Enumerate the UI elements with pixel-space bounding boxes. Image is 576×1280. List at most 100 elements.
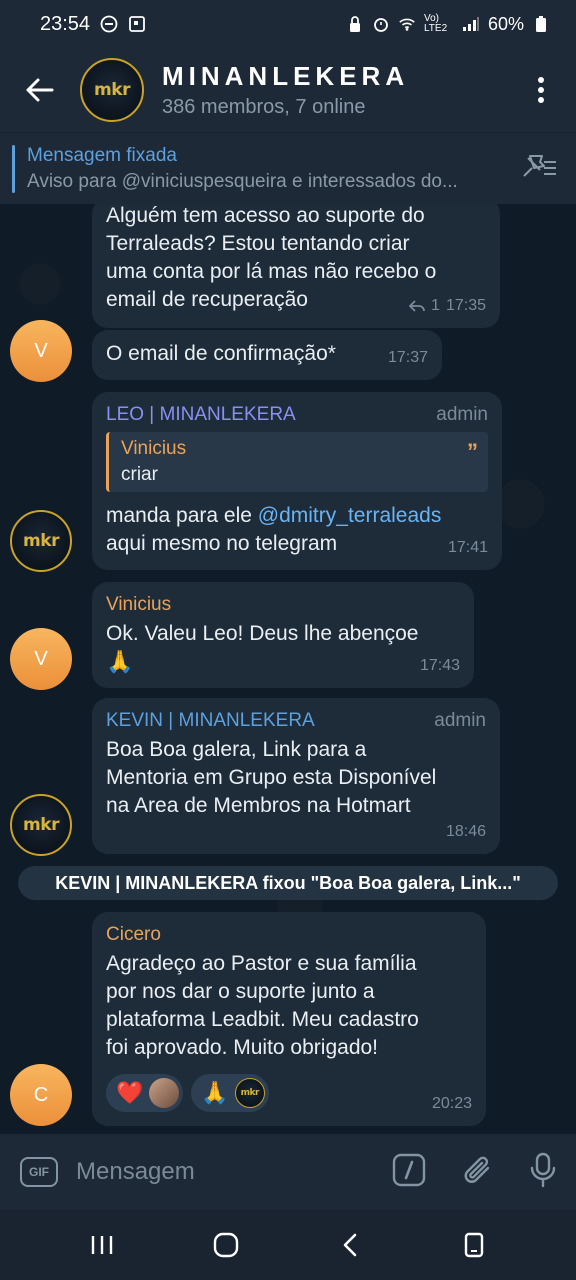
quote-sender: Vinicius bbox=[121, 438, 187, 459]
home-icon bbox=[213, 1232, 239, 1258]
quote-text: criar bbox=[121, 464, 158, 485]
mention-link[interactable]: @dmitry_terraleads bbox=[258, 504, 442, 527]
message-text: Boa Boa galera, Link para a Mentoria em … bbox=[106, 738, 437, 817]
message-text: Ok. Valeu Leo! Deus lhe abençoe bbox=[106, 622, 419, 645]
service-message[interactable]: KEVIN | MINANLEKERA fixou "Boa Boa galer… bbox=[18, 866, 558, 900]
wifi-icon bbox=[398, 15, 416, 33]
chat-area[interactable]: Alguém tem acesso ao suporte do Terralea… bbox=[0, 204, 576, 1134]
admin-badge: admin bbox=[434, 710, 486, 731]
more-vertical-icon bbox=[538, 77, 544, 103]
gif-button[interactable]: GIF bbox=[20, 1157, 58, 1187]
recent-apps-icon bbox=[91, 1236, 113, 1254]
home-button[interactable] bbox=[196, 1215, 256, 1275]
avatar-initial: C bbox=[33, 1083, 49, 1106]
screenshot-icon bbox=[128, 15, 146, 33]
back-button[interactable] bbox=[0, 48, 80, 132]
reply-quote[interactable]: Vinicius criar ” bbox=[106, 432, 488, 492]
chat-subtitle: 386 membros, 7 online bbox=[162, 96, 366, 118]
battery-percent: 60% bbox=[487, 13, 524, 34]
message-time: 17:43 bbox=[419, 657, 460, 674]
heart-emoji: ❤️ bbox=[116, 1080, 144, 1105]
message-text: manda para ele @dmitry_terraleadsaqui me… bbox=[106, 502, 488, 558]
sender-name[interactable]: KEVIN | MINANLEKERA bbox=[106, 708, 315, 734]
message-time: 17:35 bbox=[445, 297, 486, 314]
sender-row: LEO | MINANLEKERA admin bbox=[106, 402, 488, 428]
reactor-avatar-text: mkr bbox=[240, 1088, 260, 1098]
avatar-text: mkr bbox=[23, 815, 59, 835]
battery-icon bbox=[532, 15, 550, 33]
avatar-initial: V bbox=[34, 647, 48, 670]
status-time: 23:54 bbox=[40, 12, 91, 35]
network-label: Vo) LTE2 bbox=[423, 13, 448, 34]
sender-row: Cicero bbox=[106, 922, 472, 948]
slash-command-button[interactable] bbox=[392, 1153, 426, 1192]
message-bubble[interactable]: Cicero Agradeço ao Pastor e sua família … bbox=[92, 912, 486, 1126]
microphone-icon bbox=[530, 1152, 556, 1187]
message-text: Agradeço ao Pastor e sua família por nos… bbox=[106, 952, 419, 1059]
pinned-body: Aviso para @viniciuspesqueira e interess… bbox=[27, 170, 458, 192]
pinned-list-button[interactable] bbox=[520, 152, 558, 185]
group-avatar[interactable]: mkr bbox=[80, 58, 144, 122]
reactor-avatar: mkr bbox=[234, 1078, 265, 1108]
pinned-message-bar[interactable]: Mensagem fixada Aviso para @viniciuspesq… bbox=[0, 132, 576, 204]
reaction-pray[interactable]: 🙏 mkr bbox=[191, 1074, 269, 1112]
pray-emoji: 🙏 bbox=[106, 649, 134, 674]
reply-count: 1 bbox=[431, 297, 440, 314]
chevron-left-icon bbox=[343, 1233, 357, 1257]
message-bubble[interactable]: O email de confirmação* 17:37 bbox=[92, 330, 442, 380]
sender-row: Vinicius bbox=[106, 592, 460, 618]
reactions-row: ❤️ 🙏 mkr bbox=[106, 1074, 472, 1112]
gif-label: GIF bbox=[29, 1165, 49, 1179]
message-time: 18:46 bbox=[445, 823, 486, 840]
rotate-screen-button[interactable] bbox=[444, 1215, 504, 1275]
arrow-left-icon bbox=[26, 78, 54, 102]
message-bubble[interactable]: LEO | MINANLEKERA admin Vinicius criar ”… bbox=[92, 392, 502, 570]
pinned-indicator bbox=[12, 144, 15, 193]
avatar-text: mkr bbox=[23, 531, 59, 551]
sender-name[interactable]: Cicero bbox=[106, 922, 161, 948]
signal-icon bbox=[462, 15, 480, 33]
admin-badge: admin bbox=[436, 404, 488, 425]
pinned-list-icon bbox=[523, 155, 556, 177]
message-time: 17:41 bbox=[447, 539, 488, 556]
avatar[interactable]: C bbox=[10, 1064, 72, 1126]
message-bubble[interactable]: KEVIN | MINANLEKERA admin Boa Boa galera… bbox=[92, 698, 500, 854]
paperclip-icon bbox=[464, 1156, 490, 1183]
reaction-heart[interactable]: ❤️ bbox=[106, 1074, 184, 1112]
message-meta: 17:41 bbox=[448, 534, 488, 562]
message-input[interactable] bbox=[76, 1158, 386, 1186]
avatar[interactable]: mkr bbox=[10, 510, 72, 572]
message-meta: 20:23 bbox=[432, 1090, 472, 1118]
message-text-part: aqui mesmo no telegram bbox=[106, 532, 338, 555]
dnd-icon bbox=[100, 15, 118, 33]
quote-icon: ” bbox=[467, 439, 478, 464]
message-bubble[interactable]: Alguém tem acesso ao suporte do Terralea… bbox=[92, 204, 500, 328]
recent-apps-button[interactable] bbox=[72, 1215, 132, 1275]
avatar[interactable]: mkr bbox=[10, 794, 72, 856]
message-time: 17:37 bbox=[387, 349, 428, 366]
chat-info[interactable]: MINANLEKERA 386 membros, 7 online bbox=[162, 61, 409, 119]
status-bar: 23:54 Vo) LTE2 60% bbox=[0, 0, 576, 48]
message-text: O email de confirmação* bbox=[106, 342, 336, 365]
message-time: 20:23 bbox=[431, 1095, 472, 1112]
message-meta: 18:46 bbox=[446, 818, 486, 846]
nav-back-button[interactable] bbox=[320, 1215, 380, 1275]
mic-button[interactable] bbox=[530, 1152, 556, 1193]
lock-icon bbox=[346, 15, 364, 33]
system-navigation-bar bbox=[0, 1210, 576, 1280]
more-options-button[interactable] bbox=[506, 48, 576, 132]
avatar[interactable]: V bbox=[10, 320, 72, 382]
avatar[interactable]: V bbox=[10, 628, 72, 690]
message-input-bar: GIF bbox=[0, 1134, 576, 1210]
chat-title: MINANLEKERA bbox=[162, 61, 410, 91]
sender-name[interactable]: LEO | MINANLEKERA bbox=[106, 402, 296, 428]
sender-name[interactable]: Vinicius bbox=[106, 592, 171, 618]
chat-header: mkr MINANLEKERA 386 membros, 7 online bbox=[0, 48, 576, 132]
attach-button[interactable] bbox=[462, 1153, 494, 1192]
alarm-icon bbox=[372, 15, 390, 33]
pinned-title: Mensagem fixada bbox=[27, 144, 177, 166]
message-text-part: manda para ele bbox=[106, 504, 258, 527]
message-meta: 1 17:35 bbox=[409, 292, 486, 320]
message-bubble[interactable]: Vinicius Ok. Valeu Leo! Deus lhe abençoe… bbox=[92, 582, 474, 688]
slash-command-icon bbox=[392, 1153, 426, 1186]
